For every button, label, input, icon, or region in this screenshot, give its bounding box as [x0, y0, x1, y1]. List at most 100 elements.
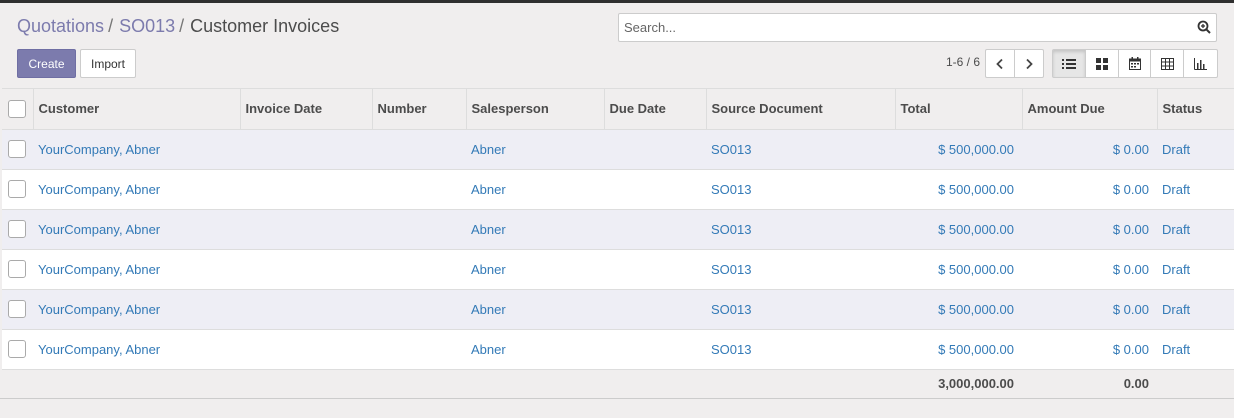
- totals-spacer: [706, 369, 895, 399]
- list-bottom-area: [0, 398, 1234, 418]
- row-select-cell: [2, 129, 33, 170]
- salesperson-cell[interactable]: Abner: [466, 289, 604, 330]
- totals-spacer: [466, 369, 604, 399]
- chevron-left-icon: [996, 58, 1003, 69]
- row-checkbox[interactable]: [8, 340, 26, 358]
- invoice-date-cell: [240, 129, 372, 170]
- salesperson-cell[interactable]: Abner: [466, 209, 604, 250]
- total-cell: $ 500,000.00: [895, 169, 1022, 210]
- graph-view-button[interactable]: [1183, 49, 1218, 78]
- table-row[interactable]: YourCompany, Abner Abner SO013 $ 500,000…: [2, 249, 1234, 290]
- kanban-icon: [1096, 57, 1108, 70]
- column-header-status[interactable]: Status: [1157, 89, 1234, 130]
- select-all-cell: [2, 89, 34, 130]
- column-header-due-date[interactable]: Due Date: [604, 89, 707, 130]
- number-cell: [372, 289, 466, 330]
- invoice-list: Customer Invoice Date Number Salesperson…: [2, 88, 1234, 399]
- amount-due-cell: $ 0.00: [1022, 169, 1157, 210]
- number-cell: [372, 329, 466, 370]
- number-cell: [372, 209, 466, 250]
- row-checkbox[interactable]: [8, 260, 26, 278]
- column-header-amount-due[interactable]: Amount Due: [1022, 89, 1158, 130]
- source-document-cell[interactable]: SO013: [706, 289, 895, 330]
- column-header-number[interactable]: Number: [372, 89, 467, 130]
- list-icon: [1062, 58, 1076, 69]
- table-row[interactable]: YourCompany, Abner Abner SO013 $ 500,000…: [2, 329, 1234, 370]
- salesperson-cell[interactable]: Abner: [466, 329, 604, 370]
- status-cell: Draft: [1157, 249, 1234, 290]
- column-header-salesperson[interactable]: Salesperson: [466, 89, 605, 130]
- total-cell: $ 500,000.00: [895, 249, 1022, 290]
- salesperson-cell[interactable]: Abner: [466, 169, 604, 210]
- total-cell: $ 500,000.00: [895, 129, 1022, 170]
- row-checkbox[interactable]: [8, 180, 26, 198]
- column-header-total[interactable]: Total: [895, 89, 1023, 130]
- search-input[interactable]: [619, 14, 1179, 41]
- import-button[interactable]: Import: [80, 49, 136, 78]
- invoice-date-cell: [240, 329, 372, 370]
- search-icon[interactable]: [1197, 20, 1211, 34]
- select-all-checkbox[interactable]: [8, 99, 26, 118]
- number-cell: [372, 169, 466, 210]
- source-document-cell[interactable]: SO013: [706, 249, 895, 290]
- invoice-date-cell: [240, 289, 372, 330]
- customer-cell[interactable]: YourCompany, Abner: [33, 209, 240, 250]
- due-date-cell: [604, 209, 706, 250]
- source-document-cell[interactable]: SO013: [706, 329, 895, 370]
- status-cell: Draft: [1157, 329, 1234, 370]
- list-view-button[interactable]: [1052, 49, 1086, 78]
- create-button[interactable]: Create: [17, 49, 76, 78]
- kanban-view-button[interactable]: [1085, 49, 1119, 78]
- table-row[interactable]: YourCompany, Abner Abner SO013 $ 500,000…: [2, 289, 1234, 330]
- amount-due-cell: $ 0.00: [1022, 249, 1157, 290]
- control-panel: Quotations/SO013/Customer Invoices Creat…: [0, 3, 1234, 88]
- totals-spacer: [240, 369, 372, 399]
- due-date-cell: [604, 289, 706, 330]
- calendar-view-button[interactable]: [1118, 49, 1152, 78]
- table-row[interactable]: YourCompany, Abner Abner SO013 $ 500,000…: [2, 209, 1234, 250]
- salesperson-cell[interactable]: Abner: [466, 249, 604, 290]
- customer-cell[interactable]: YourCompany, Abner: [33, 169, 240, 210]
- due-date-cell: [604, 169, 706, 210]
- customer-cell[interactable]: YourCompany, Abner: [33, 129, 240, 170]
- total-cell: $ 500,000.00: [895, 289, 1022, 330]
- totals-row: 3,000,000.00 0.00: [2, 369, 1234, 399]
- totals-spacer: [372, 369, 466, 399]
- breadcrumb-quotations[interactable]: Quotations: [17, 16, 104, 36]
- amount-due-cell: $ 0.00: [1022, 289, 1157, 330]
- customer-cell[interactable]: YourCompany, Abner: [33, 249, 240, 290]
- status-cell: Draft: [1157, 289, 1234, 330]
- source-document-cell[interactable]: SO013: [706, 169, 895, 210]
- breadcrumb-separator: /: [108, 16, 114, 36]
- row-checkbox[interactable]: [8, 140, 26, 158]
- customer-cell[interactable]: YourCompany, Abner: [33, 329, 240, 370]
- row-select-cell: [2, 289, 33, 330]
- table-row[interactable]: YourCompany, Abner Abner SO013 $ 500,000…: [2, 129, 1234, 170]
- source-document-cell[interactable]: SO013: [706, 209, 895, 250]
- invoice-date-cell: [240, 249, 372, 290]
- pager-value[interactable]: 1-6 / 6: [946, 55, 980, 69]
- table-row[interactable]: YourCompany, Abner Abner SO013 $ 500,000…: [2, 169, 1234, 210]
- table-header-row: Customer Invoice Date Number Salesperson…: [2, 89, 1234, 130]
- source-document-cell[interactable]: SO013: [706, 129, 895, 170]
- column-header-customer[interactable]: Customer: [33, 89, 241, 130]
- due-date-cell: [604, 249, 706, 290]
- salesperson-cell[interactable]: Abner: [466, 129, 604, 170]
- status-cell: Draft: [1157, 209, 1234, 250]
- row-select-cell: [2, 169, 33, 210]
- pager-next-button[interactable]: [1014, 49, 1044, 78]
- row-checkbox[interactable]: [8, 220, 26, 238]
- invoice-date-cell: [240, 169, 372, 210]
- total-sum: 3,000,000.00: [895, 369, 1022, 399]
- breadcrumb-so013[interactable]: SO013: [119, 16, 175, 36]
- column-header-invoice-date[interactable]: Invoice Date: [240, 89, 373, 130]
- customer-cell[interactable]: YourCompany, Abner: [33, 289, 240, 330]
- table-icon: [1160, 57, 1174, 70]
- amount-due-cell: $ 0.00: [1022, 329, 1157, 370]
- row-checkbox[interactable]: [8, 300, 26, 318]
- total-cell: $ 500,000.00: [895, 329, 1022, 370]
- column-header-source-document[interactable]: Source Document: [706, 89, 896, 130]
- pager-previous-button[interactable]: [985, 49, 1015, 78]
- row-select-cell: [2, 329, 33, 370]
- pivot-view-button[interactable]: [1150, 49, 1184, 78]
